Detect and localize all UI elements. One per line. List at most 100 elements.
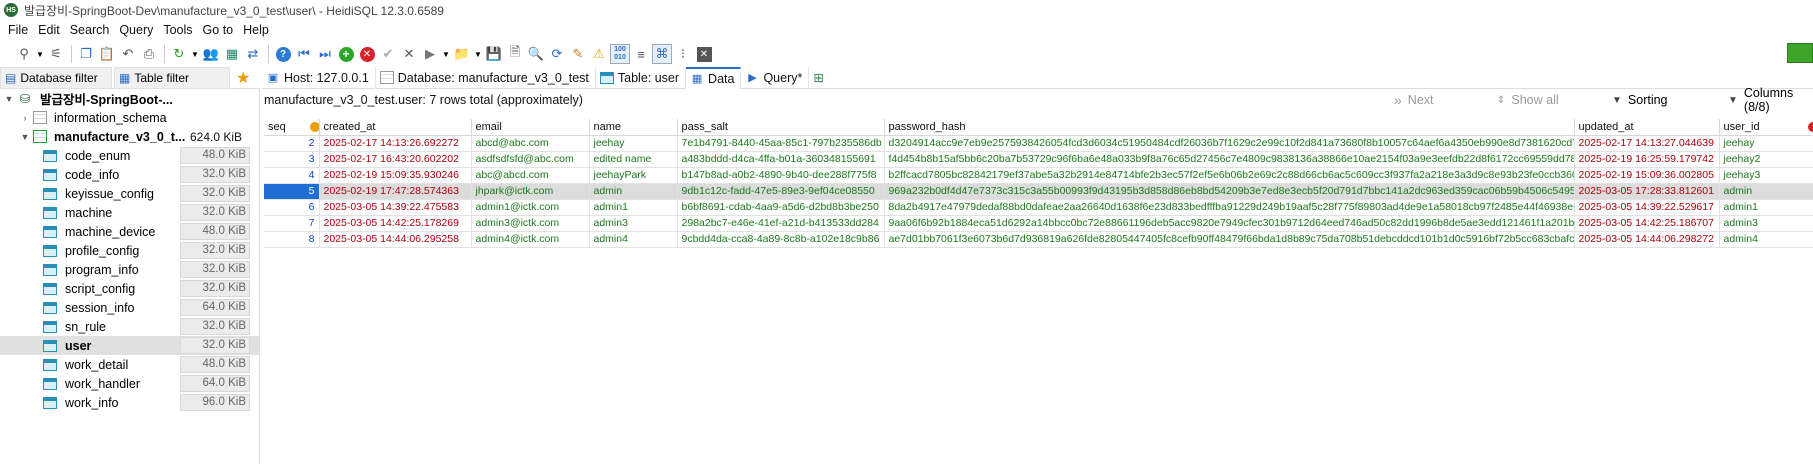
run-dropdown-icon[interactable]: ▼ (441, 44, 451, 64)
cell-email[interactable]: admin1@ictk.com (471, 199, 590, 216)
cell-pass-salt[interactable]: a483bddd-d4ca-4ffa-b01a-360348155691 (677, 151, 885, 168)
collapsed-arrow-icon[interactable]: › (20, 113, 30, 123)
column-header-updated-at[interactable]: updated_at (1574, 119, 1720, 136)
cell-user-id[interactable]: admin4 (1719, 231, 1813, 248)
find-icon[interactable]: 🔍 (526, 44, 546, 64)
tree-table-user[interactable]: user 32.0 KiB (0, 336, 259, 355)
tree-table-profile-config[interactable]: profile_config 32.0 KiB (0, 241, 259, 260)
cell-seq[interactable]: 6 (264, 199, 320, 216)
cell-user-id[interactable]: admin (1719, 183, 1813, 200)
refresh-icon[interactable]: ↻ (169, 44, 189, 64)
tree-table-sn-rule[interactable]: sn_rule 32.0 KiB (0, 317, 259, 336)
table-row[interactable]: 6 2025-03-05 14:39:22.475583 admin1@ictk… (264, 199, 1813, 216)
cell-password-hash[interactable]: d3204914acc9e7eb9e2575938426054fcd3d6034… (884, 135, 1575, 152)
tab-database[interactable]: Database: manufacture_v3_0_test (376, 66, 596, 89)
tree-table-session-info[interactable]: session_info 64.0 KiB (0, 298, 259, 317)
cell-seq[interactable]: 2 (264, 135, 320, 152)
menu-tools[interactable]: Tools (159, 23, 198, 37)
cell-password-hash[interactable]: 9aa06f6b92b1884eca51d6292a14bbcc0bc72e88… (884, 215, 1575, 232)
cell-password-hash[interactable]: b2ffcacd7805bc82842179ef37abe5a32b2914e8… (884, 167, 1575, 184)
cell-user-id[interactable]: jeehay2 (1719, 151, 1813, 168)
save-alt-icon[interactable]: 🗎 (505, 44, 525, 64)
cell-pass-salt[interactable]: b147b8ad-a0b2-4890-9b40-dee288f775f8 (677, 167, 885, 184)
database-filter[interactable]: ▤ Database filter (0, 66, 112, 89)
wrap-icon[interactable]: ≡ (631, 44, 651, 64)
table-row-selected[interactable]: 5 2025-02-19 17:47:28.574363 jhpark@ictk… (264, 183, 1813, 200)
cell-email[interactable]: abcd@abc.com (471, 135, 590, 152)
cell-pass-salt[interactable]: b6bf8691-cdab-4aa9-a5d6-d2bd8b3be250 (677, 199, 885, 216)
paste-icon[interactable]: 📋 (97, 44, 117, 64)
cancel-icon[interactable]: ✕ (399, 44, 419, 64)
single-query-icon[interactable]: ⁝ (673, 44, 693, 64)
help-icon[interactable]: ? (273, 44, 293, 64)
menu-search[interactable]: Search (66, 23, 116, 37)
connect-dropdown-icon[interactable]: ▼ (35, 44, 45, 64)
menu-goto[interactable]: Go to (199, 23, 240, 37)
menu-query[interactable]: Query (115, 23, 159, 37)
cell-email[interactable]: admin4@ictk.com (471, 231, 590, 248)
menu-file[interactable]: File (4, 23, 34, 37)
cell-updated-at[interactable]: 2025-03-05 17:28:33.812601 (1574, 183, 1720, 200)
menu-edit[interactable]: Edit (34, 23, 66, 37)
disconnect-icon[interactable]: ⚟ (46, 44, 66, 64)
cell-name[interactable]: jeehayPark (589, 167, 678, 184)
column-header-pass-salt[interactable]: pass_salt (677, 119, 885, 136)
cell-user-id[interactable]: jeehay (1719, 135, 1813, 152)
column-header-name[interactable]: name (589, 119, 678, 136)
cell-email[interactable]: asdfsdfsfd@abc.com (471, 151, 590, 168)
replace-icon[interactable]: ⟳ (547, 44, 567, 64)
cell-name[interactable]: admin4 (589, 231, 678, 248)
format-icon[interactable]: ✎ (568, 44, 588, 64)
cell-pass-salt[interactable]: 7e1b4791-8440-45aa-85c1-797b235586db (677, 135, 885, 152)
tree-table-keyissue-config[interactable]: keyissue_config 32.0 KiB (0, 184, 259, 203)
cell-user-id[interactable]: admin3 (1719, 215, 1813, 232)
tree-db-information-schema[interactable]: › information_schema (0, 108, 259, 127)
table-filter[interactable]: ▦ Table filter (114, 66, 230, 89)
filter-icon[interactable]: ⌘ (652, 44, 672, 64)
cell-created-at[interactable]: 2025-02-19 17:47:28.574363 (319, 183, 472, 200)
tab-host[interactable]: ▣ Host: 127.0.0.1 (262, 66, 376, 89)
cell-created-at[interactable]: 2025-03-05 14:44:06.295258 (319, 231, 472, 248)
show-all-button[interactable]: ⇕ Show all (1497, 89, 1559, 111)
tree-root-session[interactable]: ▼ ⛁ 발급장비-SpringBoot-... (0, 89, 259, 108)
cell-updated-at[interactable]: 2025-02-17 14:13:27.044639 (1574, 135, 1720, 152)
cell-user-id[interactable]: admin1 (1719, 199, 1813, 216)
tree-table-program-info[interactable]: program_info 32.0 KiB (0, 260, 259, 279)
cell-user-id[interactable]: jeehay3 (1719, 167, 1813, 184)
cell-created-at[interactable]: 2025-03-05 14:39:22.475583 (319, 199, 472, 216)
cell-name[interactable]: admin1 (589, 199, 678, 216)
post-icon[interactable]: ✔ (378, 44, 398, 64)
cell-created-at[interactable]: 2025-02-17 16:43:20.602202 (319, 151, 472, 168)
tree-table-code-info[interactable]: code_info 32.0 KiB (0, 165, 259, 184)
expanded-arrow-icon[interactable]: ▼ (4, 94, 14, 104)
cell-seq[interactable]: 7 (264, 215, 320, 232)
cell-password-hash[interactable]: ae7d01bb7061f3e6073b6d7d936819a626fde828… (884, 231, 1575, 248)
cell-pass-salt[interactable]: 9cbdd4da-cca8-4a89-8c8b-a102e18c9b86 (677, 231, 885, 248)
stop-icon[interactable]: ✕ (694, 44, 714, 64)
table-row[interactable]: 2 2025-02-17 14:13:26.692272 abcd@abc.co… (264, 135, 1813, 152)
undo-icon[interactable]: ↶ (118, 44, 138, 64)
tree-table-work-handler[interactable]: work_handler 64.0 KiB (0, 374, 259, 393)
save-icon[interactable]: 💾 (484, 44, 504, 64)
cell-created-at[interactable]: 2025-02-19 15:09:35.930246 (319, 167, 472, 184)
sorting-button[interactable]: ▼ Sorting (1612, 89, 1668, 111)
cell-pass-salt[interactable]: 298a2bc7-e46e-41ef-a21d-b413533dd284 (677, 215, 885, 232)
new-query-tab-button[interactable]: ⊞ (809, 67, 829, 89)
cell-name[interactable]: admin3 (589, 215, 678, 232)
cell-seq[interactable]: 5 (264, 183, 320, 200)
tree-table-script-config[interactable]: script_config 32.0 KiB (0, 279, 259, 298)
next-button[interactable]: » Next (1394, 89, 1434, 111)
columns-button[interactable]: ▼ Columns (8/8) (1728, 86, 1813, 114)
refresh-dropdown-icon[interactable]: ▼ (190, 44, 200, 64)
cell-email[interactable]: admin3@ictk.com (471, 215, 590, 232)
cell-name[interactable]: jeehay (589, 135, 678, 152)
load-sql-icon[interactable]: 📁 (452, 44, 472, 64)
cell-name[interactable]: edited name (589, 151, 678, 168)
cell-updated-at[interactable]: 2025-03-05 14:39:22.529617 (1574, 199, 1720, 216)
tree-db-manufacture[interactable]: ▼ manufacture_v3_0_t... 624.0 KiB (0, 127, 259, 146)
cell-password-hash[interactable]: 969a232b0df4d47e7373c315c3a55b00993f9d43… (884, 183, 1575, 200)
menu-help[interactable]: Help (239, 23, 275, 37)
delete-record-icon[interactable]: ✕ (357, 44, 377, 64)
first-record-icon[interactable]: ⏮ (294, 44, 314, 64)
tree-table-machine[interactable]: machine 32.0 KiB (0, 203, 259, 222)
